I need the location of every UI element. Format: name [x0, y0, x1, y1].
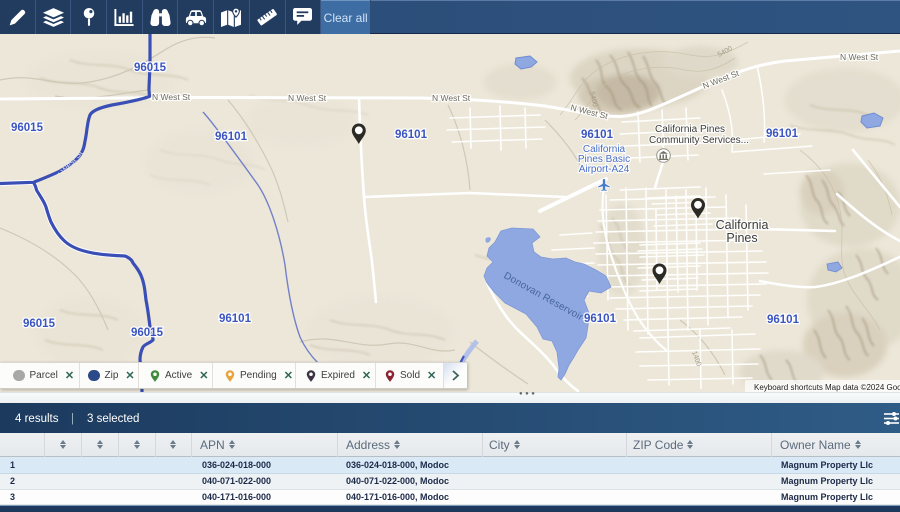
- svg-text:Airport-A24: Airport-A24: [579, 164, 630, 175]
- svg-text:N West St: N West St: [840, 52, 879, 62]
- svg-text:96015: 96015: [131, 327, 164, 339]
- svg-text:96015: 96015: [11, 122, 44, 134]
- svg-text:96015: 96015: [134, 62, 167, 74]
- svg-text:96015: 96015: [23, 318, 56, 330]
- svg-text:Pines: Pines: [726, 231, 757, 245]
- svg-text:96101: 96101: [215, 131, 248, 143]
- svg-text:California Pines: California Pines: [655, 124, 725, 135]
- svg-text:96101: 96101: [395, 129, 428, 141]
- svg-text:Map data ©2024 Google: Map data ©2024 Google: [825, 383, 900, 392]
- svg-text:96101: 96101: [581, 129, 614, 141]
- svg-text:California: California: [716, 218, 769, 232]
- svg-text:N West St: N West St: [152, 92, 191, 102]
- svg-text:N West St: N West St: [432, 93, 471, 103]
- svg-text:Keyboard shortcuts: Keyboard shortcuts: [754, 383, 823, 392]
- svg-text:96101: 96101: [767, 314, 800, 326]
- svg-text:N West St: N West St: [288, 93, 327, 103]
- svg-text:96101: 96101: [219, 313, 252, 325]
- svg-text:Community Services...: Community Services...: [649, 135, 749, 146]
- svg-text:96101: 96101: [766, 128, 799, 140]
- svg-text:96101: 96101: [584, 313, 617, 325]
